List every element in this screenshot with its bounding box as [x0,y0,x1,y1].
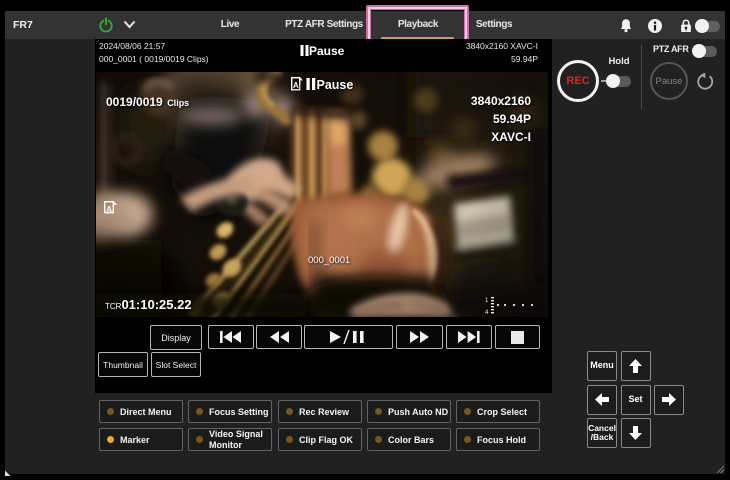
svg-text:1: 1 [485,298,489,304]
svg-text:4: 4 [485,310,489,316]
svg-text:A: A [293,81,299,90]
svg-text:A: A [106,205,112,214]
